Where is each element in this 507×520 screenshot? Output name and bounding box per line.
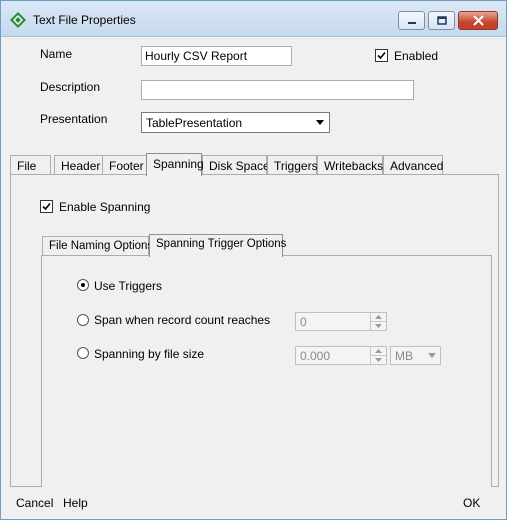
tab-triggers[interactable]: Triggers: [267, 155, 318, 175]
tab-writebacks[interactable]: Writebacks: [317, 155, 383, 175]
chevron-down-icon: [375, 357, 382, 362]
record-count-value: 0: [300, 315, 307, 329]
checkmark-icon: [377, 51, 386, 60]
tab-disk-space[interactable]: Disk Space: [202, 155, 270, 175]
tab-spanning-trigger-options[interactable]: Spanning Trigger Options: [149, 234, 286, 257]
chevron-down-icon: [375, 323, 382, 328]
use-triggers-radio[interactable]: [77, 279, 89, 291]
spinner-buttons: [370, 347, 386, 364]
enable-spanning-label: Enable Spanning: [59, 200, 151, 214]
checkmark-icon: [42, 202, 51, 211]
chevron-up-icon: [375, 315, 382, 319]
minimize-icon: [407, 21, 416, 24]
description-input[interactable]: [141, 80, 414, 100]
dropdown-arrow[interactable]: [311, 114, 328, 131]
file-size-unit-select[interactable]: MB: [390, 346, 441, 365]
dialog-footer: Cancel Help OK: [1, 487, 506, 519]
record-count-radio[interactable]: [77, 314, 89, 326]
chevron-up-icon: [375, 349, 382, 353]
presentation-label: Presentation: [40, 112, 108, 126]
close-icon: [472, 15, 484, 26]
spin-down-button[interactable]: [371, 355, 386, 363]
help-button[interactable]: Help: [63, 496, 88, 510]
enabled-checkbox[interactable]: [375, 49, 388, 62]
file-size-unit-value: MB: [395, 349, 413, 363]
presentation-select[interactable]: TablePresentation: [141, 112, 330, 133]
maximize-button[interactable]: [428, 11, 455, 30]
tab-file-naming-options[interactable]: File Naming Options: [42, 236, 153, 256]
tab-file[interactable]: File: [10, 155, 51, 175]
spin-up-button[interactable]: [371, 313, 386, 321]
maximize-icon: [436, 15, 447, 25]
name-input[interactable]: [141, 46, 292, 66]
window-title: Text File Properties: [33, 13, 136, 27]
cancel-button[interactable]: Cancel: [16, 496, 53, 510]
title-bar[interactable]: Text File Properties: [1, 1, 506, 37]
radio-selected-dot: [81, 283, 85, 287]
enabled-label: Enabled: [394, 49, 439, 63]
close-button[interactable]: [458, 11, 498, 30]
tab-header[interactable]: Header: [54, 155, 103, 175]
presentation-value: TablePresentation: [146, 116, 243, 130]
ok-button[interactable]: OK: [463, 496, 480, 510]
name-label: Name: [40, 47, 73, 61]
minimize-button[interactable]: [398, 11, 425, 30]
unit-dropdown-arrow[interactable]: [424, 348, 439, 363]
tab-spanning[interactable]: Spanning: [146, 153, 204, 176]
file-size-spinner[interactable]: 0.000: [295, 346, 387, 365]
tab-footer[interactable]: Footer: [102, 155, 149, 175]
description-label: Description: [40, 80, 101, 94]
spinner-buttons: [370, 313, 386, 330]
file-size-value: 0.000: [300, 349, 331, 363]
spin-up-button[interactable]: [371, 347, 386, 355]
record-count-label: Span when record count reaches: [94, 313, 271, 327]
text-file-properties-window: Text File Properties Name Enabled Descri…: [0, 0, 507, 520]
spin-down-button[interactable]: [371, 321, 386, 329]
use-triggers-label: Use Triggers: [94, 279, 163, 293]
file-size-radio[interactable]: [77, 347, 89, 359]
tab-advanced[interactable]: Advanced: [383, 155, 443, 175]
chevron-down-icon: [315, 120, 324, 125]
file-size-label: Spanning by file size: [94, 347, 205, 361]
enable-spanning-checkbox[interactable]: [40, 200, 53, 213]
record-count-spinner[interactable]: 0: [295, 312, 387, 331]
app-icon: [10, 12, 26, 28]
chevron-down-icon: [427, 353, 436, 358]
